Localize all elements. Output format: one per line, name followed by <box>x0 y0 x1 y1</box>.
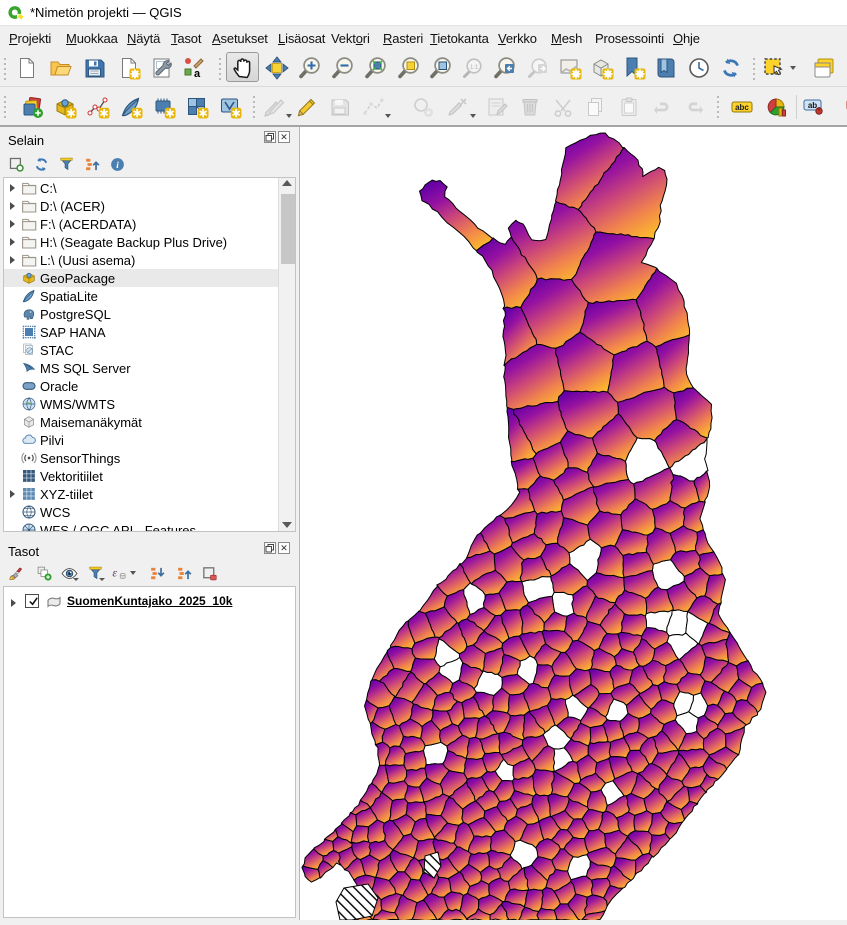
svg-text:abc: abc <box>735 103 749 112</box>
svg-text:i: i <box>116 160 119 170</box>
svg-text:ε: ε <box>112 565 117 579</box>
svg-text:ab: ab <box>808 101 817 110</box>
